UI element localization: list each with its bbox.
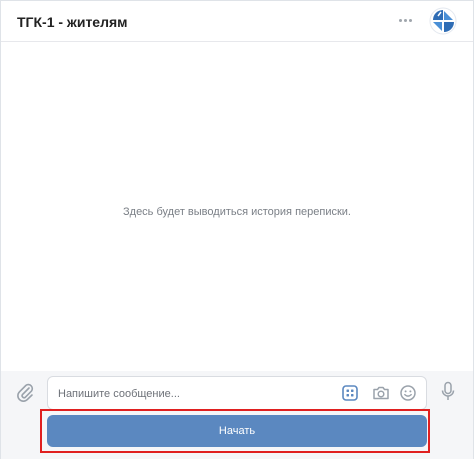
microphone-icon[interactable] bbox=[440, 381, 456, 403]
more-icon[interactable] bbox=[397, 15, 415, 27]
chat-widget: ТГК-1 - жителям Здесь будет выводиться и… bbox=[0, 0, 474, 459]
message-input[interactable] bbox=[56, 383, 320, 405]
message-input-box[interactable] bbox=[47, 376, 427, 410]
chat-header: ТГК-1 - жителям bbox=[1, 1, 473, 42]
camera-icon[interactable] bbox=[372, 385, 390, 401]
chat-title: ТГК-1 - жителям bbox=[17, 14, 128, 30]
bot-keyboard-icon[interactable] bbox=[342, 385, 358, 401]
community-logo-icon bbox=[429, 7, 457, 35]
start-button[interactable]: Начать bbox=[47, 415, 427, 447]
message-history: Здесь будет выводиться история переписки… bbox=[1, 42, 473, 367]
empty-history-text: Здесь будет выводиться история переписки… bbox=[123, 206, 351, 218]
paperclip-icon[interactable] bbox=[15, 381, 35, 403]
emoji-icon[interactable] bbox=[400, 385, 416, 401]
community-avatar[interactable] bbox=[429, 7, 457, 35]
